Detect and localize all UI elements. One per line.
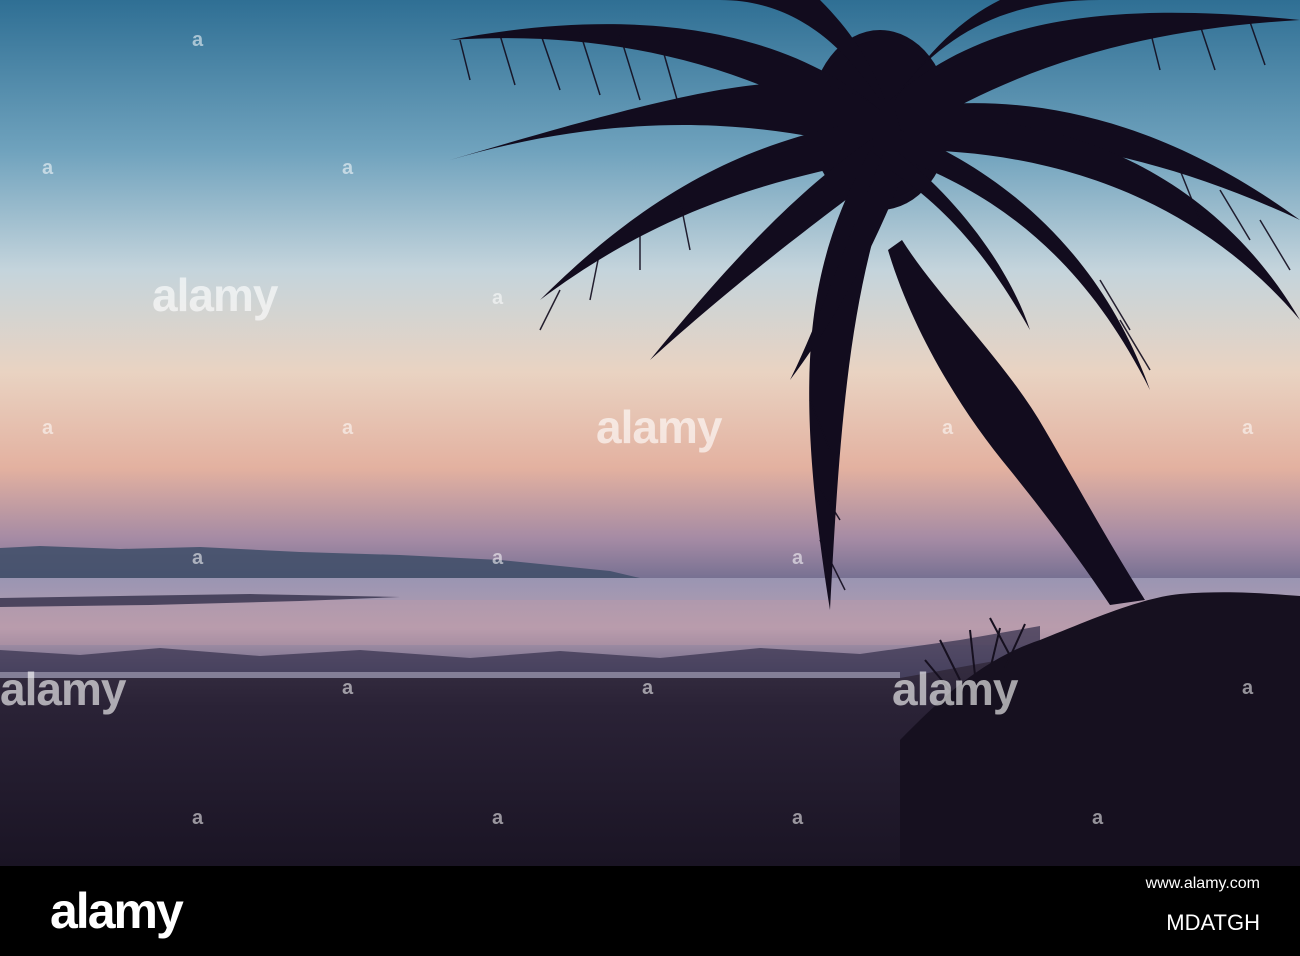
watermark-brand: alamy: [892, 663, 1018, 715]
watermark-mark: a: [792, 807, 804, 829]
watermark-brand: alamy: [152, 269, 278, 321]
footer-bar: alamy www.alamy.com MDATGH: [0, 866, 1300, 956]
watermark-mark: a: [342, 677, 354, 699]
watermark-brand: alamy: [0, 663, 126, 715]
beach-sunset-photo: a a a alamy a alamy a a a a a a a alamy …: [0, 0, 1300, 866]
stock-photo-page: a a a alamy a alamy a a a a a a a alamy …: [0, 0, 1300, 956]
watermark-brand: alamy: [596, 401, 722, 453]
site-url[interactable]: www.alamy.com: [1146, 874, 1260, 894]
watermark-mark: a: [492, 287, 504, 309]
watermark-mark: a: [192, 547, 204, 569]
watermark-mark: a: [1092, 807, 1104, 829]
watermark-mark: a: [492, 547, 504, 569]
watermark-mark: a: [1242, 417, 1254, 439]
watermark-mark: a: [492, 807, 504, 829]
watermark-mark: a: [42, 417, 54, 439]
watermark-mark: a: [642, 677, 654, 699]
watermark-mark: a: [42, 157, 54, 179]
watermark-mark: a: [342, 157, 354, 179]
shore-glint: [0, 672, 900, 678]
watermark-mark: a: [192, 807, 204, 829]
watermark-mark: a: [1242, 677, 1254, 699]
watermark-mark: a: [792, 547, 804, 569]
image-id: MDATGH: [1166, 910, 1260, 935]
watermark-mark: a: [342, 417, 354, 439]
alamy-logo[interactable]: alamy: [50, 886, 184, 936]
watermark-mark: a: [192, 29, 204, 51]
watermark-mark: a: [942, 417, 954, 439]
